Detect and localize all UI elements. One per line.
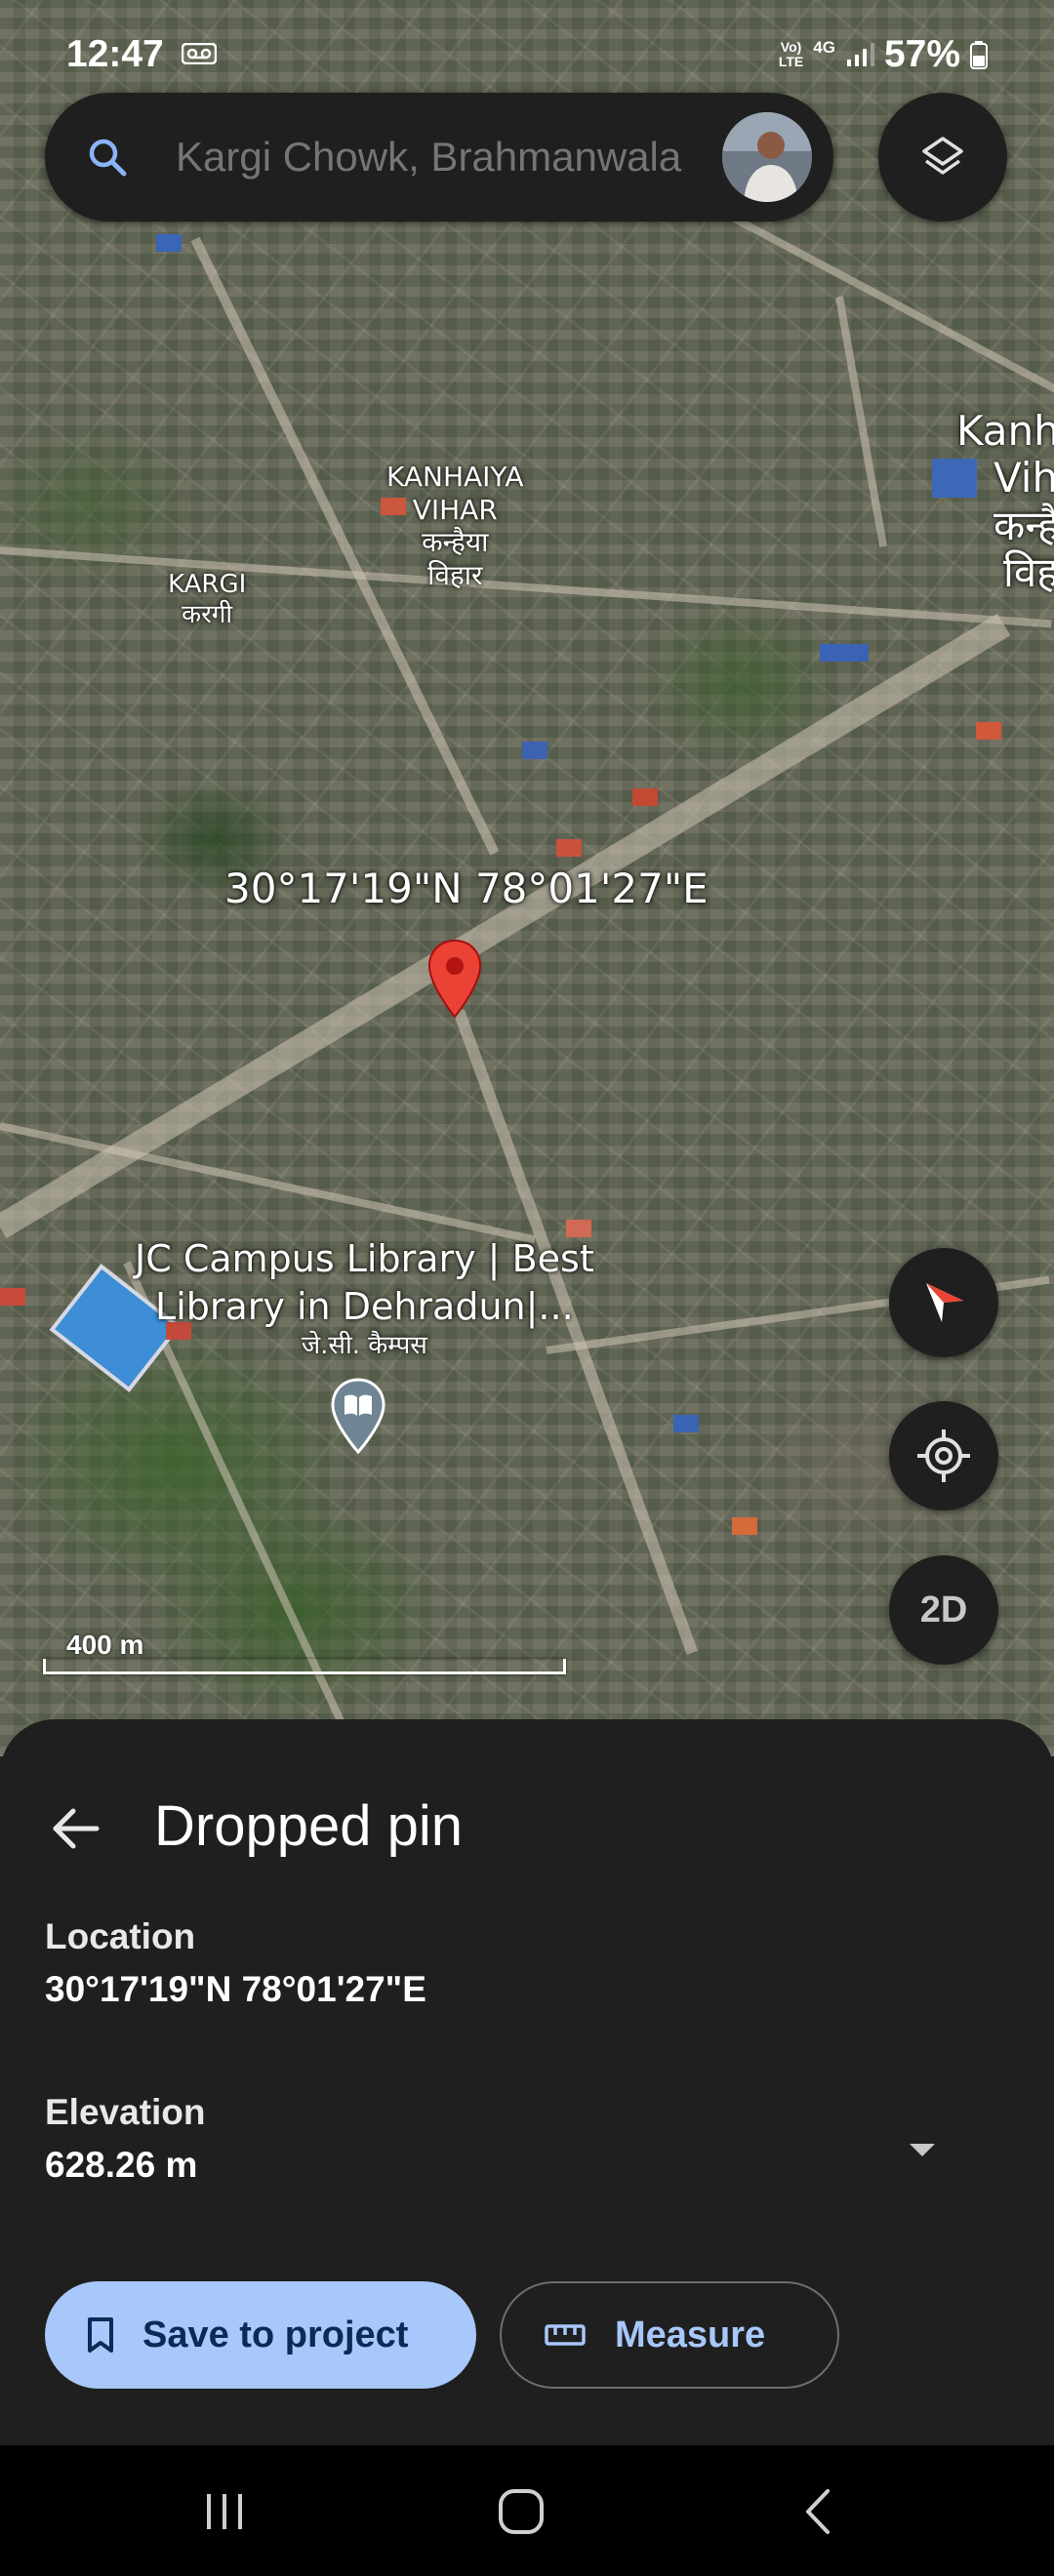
place-line: VIHAR — [412, 493, 498, 526]
my-location-icon — [917, 1429, 970, 1482]
layers-button[interactable] — [878, 93, 1007, 221]
place-line: विहार — [427, 558, 483, 591]
ruler-icon — [545, 2324, 586, 2346]
back-button[interactable] — [45, 1797, 107, 1860]
network-bottom: LTE — [778, 54, 804, 69]
location-label: Location — [45, 1916, 196, 1956]
recents-icon — [207, 2494, 242, 2529]
back-icon — [806, 2489, 830, 2534]
compass-button[interactable] — [889, 1248, 998, 1357]
status-indicators: Vo) LTE 4G 57% — [779, 33, 988, 76]
dropdown-arrow-icon[interactable] — [906, 2133, 939, 2166]
place-label-kanhaiya-vihar[interactable]: KANHAIYA VIHAR कन्हैया विहार — [386, 461, 524, 591]
dropped-pin-sheet: Dropped pin Location 30°17'19"N 78°01'27… — [0, 1719, 1054, 2445]
home-icon — [499, 2489, 544, 2534]
status-bar: 12:47 Vo) LTE 4G 57% — [0, 0, 1054, 90]
elevation-label: Elevation — [45, 2092, 206, 2132]
roof — [632, 788, 658, 806]
place-label-kargi[interactable]: KARGI करगी — [168, 570, 246, 630]
view-mode-2d-button[interactable]: 2D — [889, 1555, 998, 1665]
signal-icon — [846, 43, 874, 66]
roof — [556, 839, 582, 857]
place-line: कन्हैया — [422, 526, 489, 559]
place-line: कन्है — [993, 501, 1054, 549]
satellite-map[interactable]: KANHAIYA VIHAR कन्हैया विहार KARGI करगी … — [0, 0, 1054, 1831]
voicemail-icon — [182, 43, 217, 64]
recents-button[interactable] — [195, 2482, 254, 2541]
bookmark-icon — [88, 2317, 113, 2353]
measure-label: Measure — [615, 2314, 766, 2355]
elevation-value: 628.26 m — [45, 2145, 198, 2185]
place-label-kanhaiya-vihar-partial[interactable]: Kanh Vih कन्है विह — [956, 407, 1054, 596]
scale-bar: 400 m — [43, 1628, 566, 1674]
scale-label: 400 m — [66, 1630, 144, 1660]
volte-indicator: Vo) LTE — [779, 40, 803, 69]
poi-label-jc-campus-library[interactable]: JC Campus Library | Best Library in Dehr… — [135, 1235, 594, 1363]
book-pin-icon[interactable] — [330, 1378, 386, 1456]
road — [835, 296, 888, 547]
dropped-pin-icon[interactable] — [426, 939, 483, 1021]
poi-line: JC Campus Library | Best — [135, 1237, 594, 1280]
place-line: KANHAIYA — [386, 461, 524, 493]
roof — [156, 234, 182, 252]
measure-button[interactable]: Measure — [500, 2281, 839, 2389]
save-to-project-label: Save to project — [142, 2314, 409, 2355]
search-icon[interactable] — [86, 136, 129, 179]
save-to-project-button[interactable]: Save to project — [45, 2281, 476, 2389]
layers-icon — [922, 137, 963, 175]
compass-icon — [926, 1283, 963, 1322]
status-time: 12:47 — [66, 33, 164, 75]
roof — [673, 1415, 699, 1432]
place-line: विह — [1003, 547, 1054, 596]
battery-icon — [970, 41, 988, 69]
sheet-title: Dropped pin — [154, 1794, 463, 1858]
coordinate-label: 30°17'19"N 78°01'27"E — [224, 865, 709, 912]
place-line: Kanh — [956, 407, 1054, 455]
roof — [732, 1517, 757, 1535]
network-top: Vo) — [780, 39, 802, 55]
place-line: KARGI — [168, 570, 247, 599]
roof — [522, 742, 547, 759]
place-line: Vih — [993, 454, 1054, 503]
search-input[interactable] — [176, 122, 703, 192]
home-button[interactable] — [492, 2482, 550, 2541]
poi-line: जे.सी. कैम्पस — [301, 1331, 427, 1361]
back-nav-button[interactable] — [789, 2482, 847, 2541]
arrow-back-icon — [53, 1808, 100, 1849]
scale-line — [43, 1659, 566, 1674]
poi-line: Library in Dehradun|... — [155, 1284, 574, 1328]
battery-percent: 57% — [883, 33, 960, 75]
profile-photo — [722, 112, 812, 202]
road — [0, 546, 1052, 628]
search-bar[interactable] — [45, 93, 833, 221]
network-type: 4G — [813, 38, 835, 57]
roof — [820, 644, 869, 662]
avatar[interactable] — [722, 112, 812, 202]
my-location-button[interactable] — [889, 1401, 998, 1510]
place-line: करगी — [182, 600, 233, 630]
roof — [976, 722, 1001, 740]
system-nav-bar — [0, 2445, 1054, 2576]
location-value[interactable]: 30°17'19"N 78°01'27"E — [45, 1969, 426, 2010]
roof — [0, 1288, 25, 1306]
